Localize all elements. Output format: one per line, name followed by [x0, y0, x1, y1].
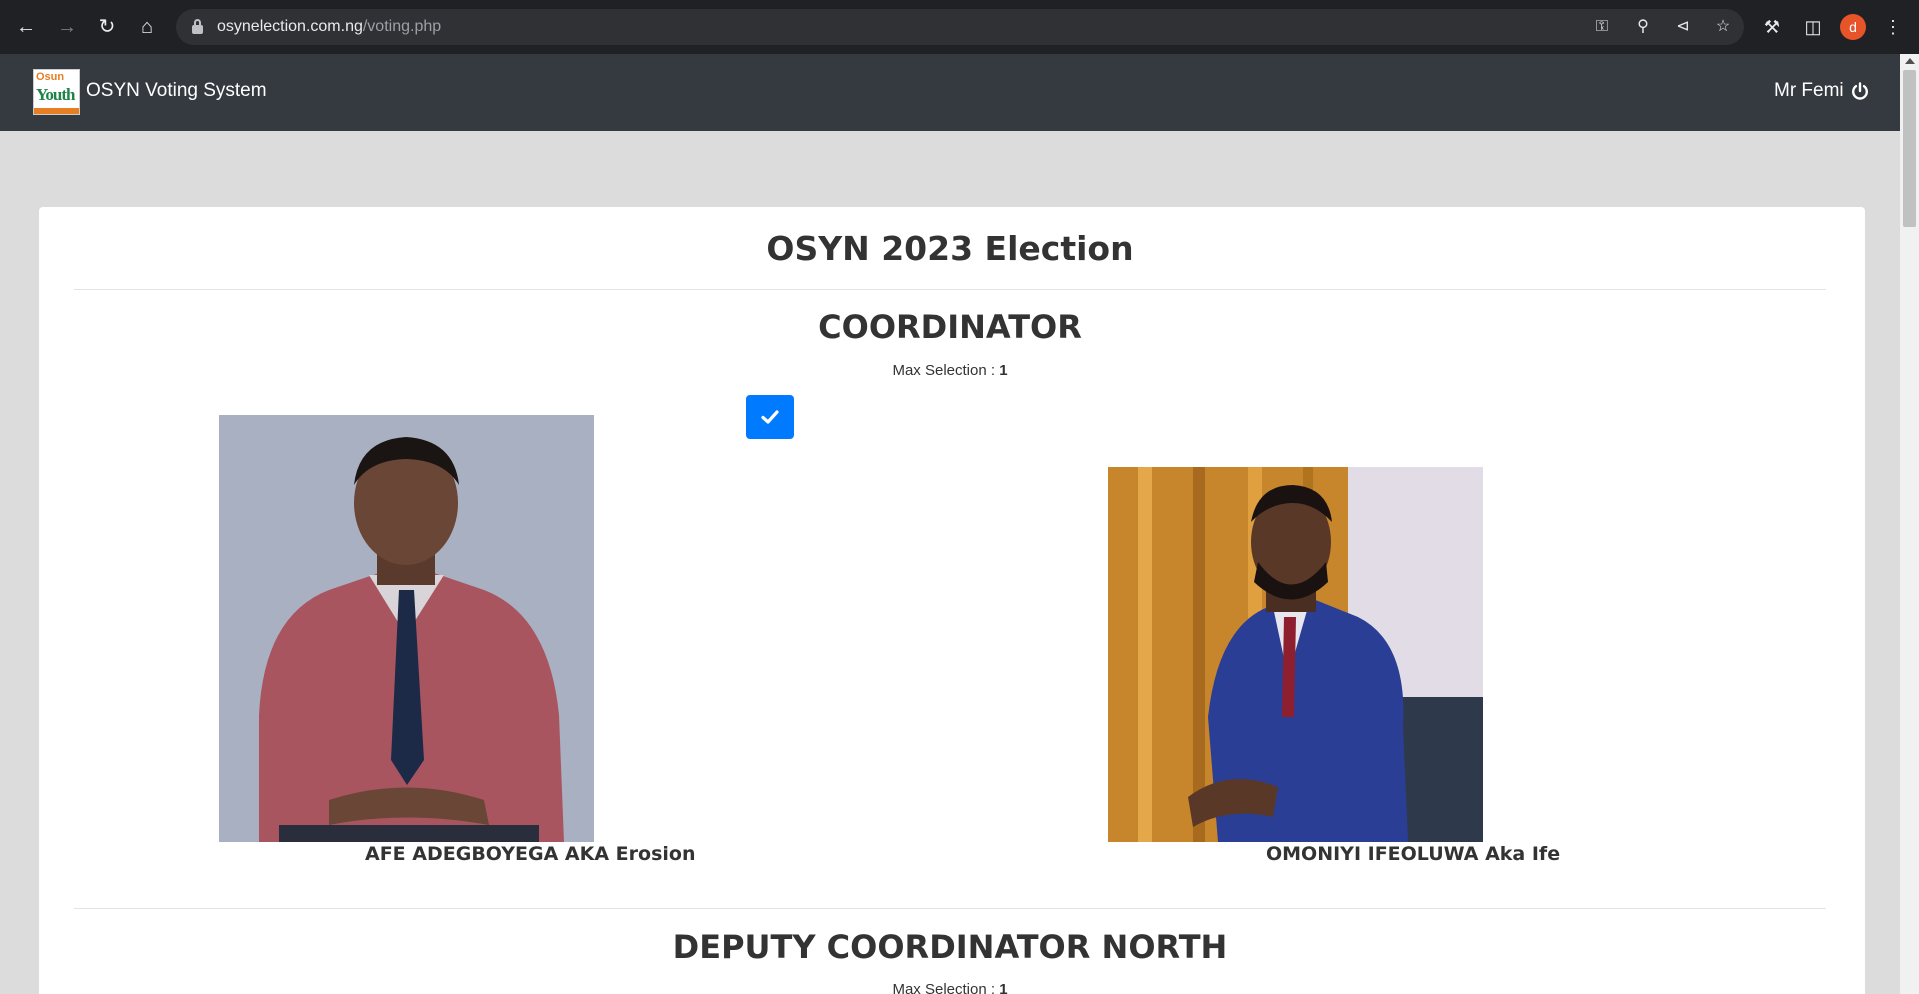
- home-icon[interactable]: ⌂: [131, 11, 163, 43]
- candidate-name-omoniyi: OMONIYI IFEOLUWA Aka Ife: [1266, 843, 1561, 865]
- position-title-coordinator: COORDINATOR: [818, 308, 1082, 346]
- bookmark-star-icon[interactable]: ☆: [1711, 15, 1735, 39]
- divider: [74, 908, 1826, 909]
- lock-icon[interactable]: [192, 19, 203, 34]
- select-candidate-checkbox[interactable]: [746, 395, 794, 439]
- logo-text-main: Youth: [36, 85, 75, 104]
- check-icon: [761, 410, 779, 424]
- logout-power-icon[interactable]: [1851, 82, 1869, 100]
- reload-icon[interactable]: ↻: [91, 11, 123, 43]
- max-selection-value: 1: [999, 981, 1008, 994]
- logo-text-top: Osun: [36, 71, 65, 83]
- candidate-name-afe: AFE ADEGBOYEGA AKA Erosion: [365, 843, 696, 865]
- brand-title[interactable]: OSYN Voting System: [86, 80, 267, 102]
- app-navbar: Osun Youth OSYN Voting System Mr Femi: [0, 54, 1900, 131]
- scroll-thumb[interactable]: [1903, 70, 1916, 227]
- side-panel-icon[interactable]: ◫: [1800, 14, 1826, 40]
- candidate-photo-omoniyi[interactable]: [1108, 467, 1483, 842]
- position-title-deputy-coordinator-north: DEPUTY COORDINATOR NORTH: [672, 928, 1228, 966]
- key-icon[interactable]: ⚿: [1590, 15, 1614, 39]
- profile-avatar[interactable]: d: [1840, 14, 1866, 40]
- max-selection-deputy-north: Max Selection : 1: [0, 981, 1900, 994]
- address-bar[interactable]: osynelection.com.ng/voting.php ⚿ ⚲ ⊲ ☆: [176, 9, 1744, 45]
- menu-icon[interactable]: ⋮: [1880, 14, 1906, 40]
- extensions-icon[interactable]: ⚒: [1759, 14, 1785, 40]
- url-text[interactable]: osynelection.com.ng/voting.php: [217, 18, 441, 36]
- url-host: osynelection.com.ng: [217, 18, 363, 35]
- zoom-icon[interactable]: ⚲: [1631, 15, 1655, 39]
- osyn-logo[interactable]: Osun Youth: [33, 69, 80, 115]
- scroll-up-arrow-icon[interactable]: [1905, 58, 1915, 64]
- max-selection-coordinator: Max Selection : 1: [0, 362, 1900, 379]
- back-icon[interactable]: ←: [10, 11, 42, 43]
- url-path: /voting.php: [362, 18, 442, 35]
- user-name[interactable]: Mr Femi: [1774, 80, 1844, 102]
- candidate-photo-afe[interactable]: [219, 415, 594, 842]
- election-title: OSYN 2023 Election: [766, 229, 1134, 268]
- divider: [74, 289, 1826, 290]
- browser-toolbar: ← → ↻ ⌂ osynelection.com.ng/voting.php ⚿…: [0, 0, 1919, 54]
- max-selection-label: Max Selection :: [892, 981, 1000, 994]
- max-selection-value: 1: [999, 362, 1008, 379]
- share-icon[interactable]: ⊲: [1671, 15, 1695, 39]
- max-selection-label: Max Selection :: [892, 362, 1000, 379]
- forward-icon[interactable]: →: [51, 11, 83, 43]
